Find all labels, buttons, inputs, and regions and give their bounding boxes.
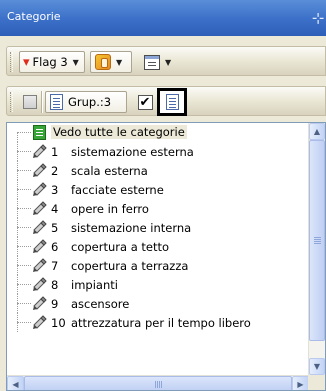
uncheck-all-button[interactable] — [19, 91, 41, 113]
tree-connector — [17, 322, 31, 323]
category-number: 9 — [51, 297, 59, 311]
tree-body: Vedo tutte le categorie 1 sistemazione es… — [7, 123, 309, 375]
pin-icon[interactable]: ⊹ — [310, 10, 326, 26]
group-button[interactable]: Grup.:3 — [45, 91, 127, 113]
tree-connector — [17, 132, 31, 133]
pencil-tag-icon — [32, 201, 48, 216]
pencil-tag-icon — [32, 220, 48, 235]
tree-connector — [17, 303, 31, 304]
scroll-down-button[interactable]: ▼ — [309, 358, 325, 375]
tree-root-row[interactable]: Vedo tutte le categorie — [7, 123, 309, 142]
tree-connector — [17, 265, 31, 266]
category-name: ascensore — [71, 297, 130, 311]
tree-root-label: Vedo tutte le categorie — [51, 125, 187, 139]
tree-item[interactable]: 8 impianti — [7, 275, 309, 294]
tree-connector — [17, 170, 31, 171]
group-button-label: Grup.:3 — [68, 95, 112, 109]
properties-dropdown[interactable]: ▼ — [139, 51, 181, 73]
category-number: 8 — [51, 278, 59, 292]
toolbar-flags: ▾ Flag 3 ▼ ▼ ▼ — [6, 46, 326, 76]
category-name: sistemazione esterna — [71, 145, 194, 159]
pencil-tag-icon — [32, 144, 48, 159]
category-name: copertura a tetto — [71, 240, 170, 254]
vertical-scrollbar[interactable]: ▲ ▼ — [308, 123, 325, 375]
tree-item[interactable]: 5 sistemazione interna — [7, 218, 309, 237]
chevron-down-icon: ▼ — [165, 57, 172, 67]
horizontal-scroll-thumb[interactable] — [24, 376, 292, 390]
category-name: impianti — [71, 278, 118, 292]
pencil-tag-icon — [32, 182, 48, 197]
toolbar-groups: Grup.:3 ✔ — [6, 86, 326, 116]
category-number: 3 — [51, 183, 59, 197]
flag-dropdown-label: Flag 3 — [32, 55, 68, 69]
category-root-icon — [32, 125, 48, 140]
list-document-icon — [165, 94, 179, 110]
category-number: 10 — [51, 316, 66, 330]
properties-window-icon — [144, 54, 160, 70]
chevron-down-icon: ▼ — [116, 57, 123, 67]
hand-filter-icon — [95, 54, 111, 70]
scrollbar-corner — [308, 375, 325, 390]
flag-dropdown[interactable]: ▾ Flag 3 ▼ — [19, 51, 85, 73]
document-icon — [50, 94, 63, 110]
tree-connector — [17, 189, 31, 190]
tree-item[interactable]: 10 attrezzatura per il tempo libero — [7, 313, 309, 332]
vertical-scroll-thumb[interactable] — [309, 140, 325, 341]
category-number: 1 — [51, 145, 59, 159]
green-document-icon — [33, 125, 46, 140]
category-number: 4 — [51, 202, 59, 216]
category-number: 5 — [51, 221, 59, 235]
chevron-down-icon: ▼ — [72, 57, 79, 67]
category-tree[interactable]: Vedo tutte le categorie 1 sistemazione es… — [6, 122, 326, 391]
scroll-left-button[interactable]: ◀ — [7, 376, 24, 390]
empty-checkbox-icon — [23, 95, 37, 109]
tree-item[interactable]: 2 scala esterna — [7, 161, 309, 180]
toolbar-separator — [41, 91, 42, 113]
toolbar-grip[interactable] — [10, 92, 13, 112]
tree-item[interactable]: 1 sistemazione esterna — [7, 142, 309, 161]
check-all-button[interactable]: ✔ — [134, 91, 156, 113]
list-view-button[interactable] — [157, 88, 187, 116]
panel-titlebar: Categorie ⊹ — [0, 0, 326, 36]
tree-connector — [17, 227, 31, 228]
tree-item[interactable]: 9 ascensore — [7, 294, 309, 313]
tree-connector — [17, 246, 31, 247]
category-name: opere in ferro — [71, 202, 149, 216]
pencil-tag-icon — [32, 258, 48, 273]
tree-item[interactable]: 3 facciate esterne — [7, 180, 309, 199]
checked-checkbox-icon: ✔ — [137, 94, 153, 110]
tree-connector — [17, 284, 31, 285]
pencil-tag-icon — [32, 315, 48, 330]
filter-dropdown[interactable]: ▼ — [90, 51, 132, 73]
category-number: 6 — [51, 240, 59, 254]
category-name: scala esterna — [71, 164, 148, 178]
pencil-tag-icon — [32, 163, 48, 178]
tree-item[interactable]: 7 copertura a terrazza — [7, 256, 309, 275]
toolbar-grip[interactable] — [10, 52, 13, 72]
category-name: attrezzatura per il tempo libero — [71, 316, 251, 330]
flag-icon: ▾ — [23, 54, 30, 70]
tree-connector — [17, 132, 18, 142]
tree-item[interactable]: 4 opere in ferro — [7, 199, 309, 218]
tree-connector — [17, 208, 31, 209]
scroll-up-button[interactable]: ▲ — [309, 123, 325, 140]
category-number: 2 — [51, 164, 59, 178]
pencil-tag-icon — [32, 239, 48, 254]
category-name: copertura a terrazza — [71, 259, 189, 273]
tree-connector — [17, 151, 31, 152]
pencil-tag-icon — [32, 296, 48, 311]
category-number: 7 — [51, 259, 59, 273]
panel-title: Categorie — [7, 10, 61, 23]
horizontal-scrollbar[interactable]: ◀ ▶ — [7, 375, 309, 390]
scroll-right-button[interactable]: ▶ — [292, 376, 309, 390]
category-name: sistemazione interna — [71, 221, 192, 235]
category-name: facciate esterne — [71, 183, 164, 197]
tree-item[interactable]: 6 copertura a tetto — [7, 237, 309, 256]
pencil-tag-icon — [32, 277, 48, 292]
categorie-panel: Categorie ⊹ ▾ Flag 3 ▼ ▼ ▼ Grup.:3 ✔ Ved… — [0, 0, 326, 391]
